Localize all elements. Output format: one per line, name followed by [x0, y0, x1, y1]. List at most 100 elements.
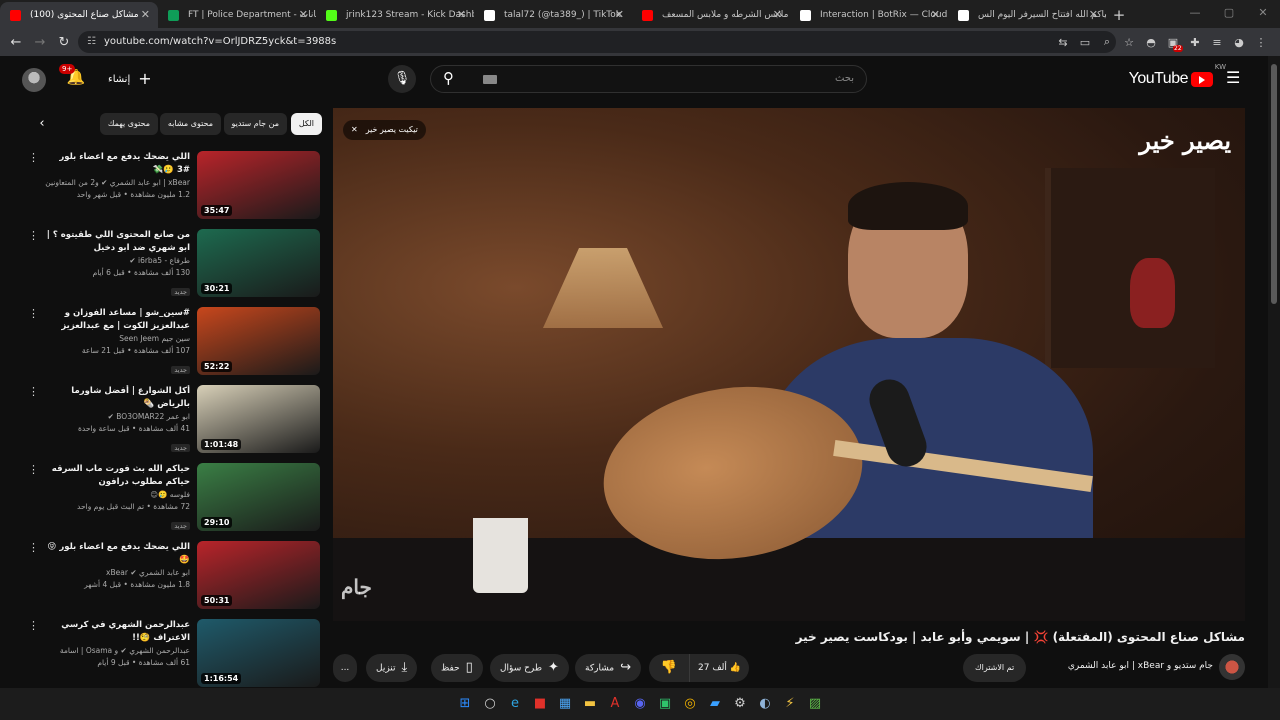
maximize-icon[interactable]: ▢: [1212, 0, 1246, 28]
subscribe-button[interactable]: تم الاشتراك: [963, 654, 1027, 682]
chrome-icon[interactable]: ◎: [678, 692, 702, 716]
search-icon[interactable]: ⚲: [443, 69, 454, 87]
recommendation-item[interactable]: 35:47 اللي يضحك يدفع مع اعضاء بلور #3 🥲💸 x…: [28, 151, 320, 219]
ask-button[interactable]: طرح سؤال ✦: [490, 654, 569, 682]
recommendation-item[interactable]: 52:22 #سين_شو | مساعد الفوزان و عبدالعزيز…: [28, 307, 320, 375]
adobe-icon[interactable]: A: [603, 692, 627, 716]
channel-name[interactable]: جام ستديو و xBear | ابو عابد الشمري: [1068, 661, 1213, 671]
recommendation-title[interactable]: من صانع المحتوى اللي طقيتوه ؟ | ابو شهري…: [45, 229, 190, 255]
filter-chip[interactable]: الكل: [290, 113, 322, 135]
more-icon[interactable]: ⋮: [1250, 36, 1272, 49]
video-thumbnail[interactable]: 1:01:48: [197, 385, 320, 453]
recommendation-channel[interactable]: xBear | ابو عابد الشمري ✔ و2 من المتعاون…: [45, 177, 190, 189]
star-icon[interactable]: ☆: [1118, 36, 1140, 49]
channel-watermark[interactable]: جام: [341, 575, 372, 599]
more-options-icon[interactable]: ⋮: [28, 619, 39, 632]
recommendation-channel[interactable]: طرفاع - i6rba5 ✔: [45, 255, 190, 267]
browser-tab[interactable]: Interaction | BotRix — Cloud St ✕: [790, 2, 948, 28]
page-scrollbar[interactable]: [1268, 56, 1280, 688]
more-options-icon[interactable]: ⋮: [28, 463, 39, 476]
more-options-icon[interactable]: ⋮: [28, 229, 39, 242]
profile-icon[interactable]: ◕: [1228, 36, 1250, 49]
lightning-app-icon[interactable]: ⚡: [778, 692, 802, 716]
game-icon[interactable]: ▨: [803, 692, 827, 716]
video-chip-overlay[interactable]: ✕ تيكيت يصير خير: [343, 120, 426, 140]
recommendation-item[interactable]: 30:21 من صانع المحتوى اللي طقيتوه ؟ | ابو…: [28, 229, 320, 297]
video-thumbnail[interactable]: 1:16:54: [197, 619, 320, 687]
video-thumbnail[interactable]: 30:21: [197, 229, 320, 297]
recommendation-title[interactable]: #سين_شو | مساعد الفوزان و عبدالعزيز الكو…: [45, 307, 190, 333]
share-button[interactable]: مشاركة ↪: [575, 654, 641, 682]
recommendation-title[interactable]: اللي يضحك يدفع مع اعضاء بلور 😝🤩: [45, 541, 190, 567]
dislike-icon[interactable]: 👎: [657, 654, 681, 682]
account-avatar[interactable]: [22, 68, 46, 92]
forward-icon[interactable]: →: [28, 35, 52, 50]
browser-tab[interactable]: FT | Police Department - بيانات✕: [158, 2, 316, 28]
recommendation-item[interactable]: 1:16:54 عبدالرحمن الشهري في كرسي الاعتراف…: [28, 619, 320, 687]
back-icon[interactable]: ←: [4, 35, 28, 50]
recommendation-channel[interactable]: فلوسه 🥲😊: [45, 489, 190, 501]
tab-close-icon[interactable]: ✕: [773, 2, 782, 28]
new-tab-button[interactable]: +: [1106, 2, 1132, 28]
reload-icon[interactable]: ↻: [52, 35, 76, 50]
more-options-icon[interactable]: ⋮: [28, 151, 39, 164]
recommendation-channel[interactable]: سين جيم Seen Jeem: [45, 333, 190, 345]
create-button[interactable]: إنشاء +: [100, 66, 160, 92]
like-button[interactable]: 27 ألف 👍: [689, 654, 749, 682]
browser-tab[interactable]: ملابس الشرطه و ملابس المسعف ✕: [632, 2, 790, 28]
more-actions-button[interactable]: ...: [333, 654, 357, 682]
reading-list-icon[interactable]: ≡: [1206, 36, 1228, 49]
minimize-icon[interactable]: —: [1178, 0, 1212, 28]
youtube-logo[interactable]: YouTube KW: [1129, 63, 1226, 89]
more-options-icon[interactable]: ⋮: [28, 541, 39, 554]
steam-icon[interactable]: ◐: [753, 692, 777, 716]
chevron-left-icon[interactable]: ‹: [32, 113, 52, 135]
tab-close-icon[interactable]: ✕: [141, 2, 150, 28]
recommendation-title[interactable]: حياكم الله بث فورت ماب السرقه حياكم مطلو…: [45, 463, 190, 489]
recommendation-item[interactable]: 1:01:48 أكل الشوارع | أفضل شاورما بالرياض…: [28, 385, 320, 453]
more-options-icon[interactable]: ⋮: [28, 385, 39, 398]
video-thumbnail[interactable]: 52:22: [197, 307, 320, 375]
zoom-icon[interactable]: ⌕: [1096, 35, 1118, 49]
browser-tab[interactable]: talal72 (@ta389_) | TikTok ✕: [474, 2, 632, 28]
channel-avatar[interactable]: [1219, 654, 1245, 680]
search-icon[interactable]: ○: [478, 692, 502, 716]
windows-start-icon[interactable]: ⊞: [453, 692, 477, 716]
settings-icon[interactable]: ⚙: [728, 692, 752, 716]
keyboard-icon[interactable]: [483, 75, 497, 84]
browser-tab[interactable]: حياكم الله افتتاح السيرفر اليوم الس ✕: [948, 2, 1106, 28]
video-thumbnail[interactable]: 35:47: [197, 151, 320, 219]
recommendation-title[interactable]: اللي يضحك يدفع مع اعضاء بلور #3 🥲💸: [45, 151, 190, 177]
translate-icon[interactable]: ⇆: [1052, 36, 1074, 49]
recommendation-item[interactable]: 50:31 اللي يضحك يدفع مع اعضاء بلور 😝🤩 ابو …: [28, 541, 320, 609]
site-info-icon[interactable]: ☷: [87, 31, 96, 53]
guide-menu-icon[interactable]: ☰: [1226, 68, 1246, 87]
file-explorer-icon[interactable]: ▬: [578, 692, 602, 716]
tab-close-icon[interactable]: ✕: [457, 2, 466, 28]
recommendation-title[interactable]: عبدالرحمن الشهري في كرسي الاعتراف 🧐!!: [45, 619, 190, 645]
editor-icon[interactable]: ▰: [703, 692, 727, 716]
green-app-icon[interactable]: ▣: [653, 692, 677, 716]
close-window-icon[interactable]: ✕: [1246, 0, 1280, 28]
save-button[interactable]: حفظ ▯: [431, 654, 483, 682]
extension-badge-icon[interactable]: ▣ 22: [1162, 36, 1184, 52]
search-box[interactable]: ⚲ بحث: [430, 65, 867, 93]
recommendation-channel[interactable]: ابو عمر BO3OMAR22 ✔: [45, 411, 190, 423]
tab-close-icon[interactable]: ✕: [1089, 2, 1098, 28]
download-button[interactable]: تنزيل ⤓: [366, 654, 418, 682]
video-thumbnail[interactable]: 50:31: [197, 541, 320, 609]
more-options-icon[interactable]: ⋮: [28, 307, 39, 320]
store-icon[interactable]: ▦: [553, 692, 577, 716]
close-icon[interactable]: ✕: [351, 120, 358, 140]
recommendation-channel[interactable]: ابو عابد الشمري ✔ xBear: [45, 567, 190, 579]
tab-close-icon[interactable]: ✕: [615, 2, 624, 28]
tab-close-icon[interactable]: ✕: [299, 2, 308, 28]
voice-search-icon[interactable]: 🎙: [388, 65, 416, 93]
video-player[interactable]: يصير خير جام: [333, 108, 1245, 621]
scrollbar-thumb[interactable]: [1271, 64, 1277, 304]
filter-chip[interactable]: محتوى يهمك: [99, 113, 158, 135]
notifications-bell-icon[interactable]: 🔔 9+: [59, 64, 87, 90]
incognito-icon[interactable]: ◓: [1140, 36, 1162, 49]
recommendation-title[interactable]: أكل الشوارع | أفضل شاورما بالرياض 🌯: [45, 385, 190, 411]
address-bar[interactable]: ☷ youtube.com/watch?v=OrlJDRZ5yck&t=3988…: [78, 31, 1116, 53]
